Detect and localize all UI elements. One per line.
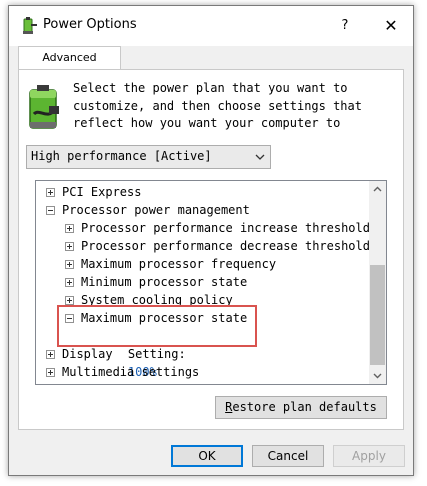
battery-plug-icon: [29, 85, 59, 129]
power-plan-value: High performance [Active]: [31, 149, 212, 163]
scroll-thumb[interactable]: [370, 265, 385, 365]
tab-advanced-settings[interactable]: Advanced settings: [18, 46, 121, 86]
expand-icon[interactable]: [46, 188, 55, 197]
tree-item-pci-express[interactable]: PCI Express: [46, 183, 141, 201]
expand-icon[interactable]: [46, 350, 55, 359]
window-title: Power Options: [43, 17, 137, 32]
title-bar: Power Options ? ✕: [9, 6, 413, 46]
tree-item-label: Display: [62, 347, 113, 361]
restore-label: estore plan defaults: [232, 400, 377, 414]
ok-button[interactable]: OK: [171, 445, 243, 467]
tree-item-min-processor-state[interactable]: Minimum processor state: [65, 273, 247, 291]
tree-item-processor-power-management[interactable]: Processor power management: [46, 201, 250, 219]
power-plan-dropdown[interactable]: High performance [Active]: [26, 145, 271, 169]
tree-item-label: Multimedia settings: [62, 365, 200, 379]
help-button[interactable]: ?: [335, 16, 355, 36]
collapse-icon[interactable]: [65, 314, 74, 323]
scroll-up-icon[interactable]: [369, 181, 386, 198]
tree-item-display[interactable]: Display: [46, 345, 113, 363]
tree-item-label: Maximum processor state: [81, 311, 248, 325]
collapse-icon[interactable]: [46, 206, 55, 215]
intro-line: Select the power plan that you want to: [73, 81, 348, 95]
expand-icon[interactable]: [65, 296, 74, 305]
expand-icon[interactable]: [65, 242, 74, 251]
intro-description: Select the power plan that you want to c…: [73, 80, 373, 133]
expand-icon[interactable]: [46, 368, 55, 377]
tree-scrollbar[interactable]: [369, 181, 386, 384]
power-options-icon: [23, 17, 37, 34]
tree-item-label: System cooling policy: [81, 293, 233, 307]
tree-item-perf-decrease-threshold[interactable]: Processor performance decrease threshold: [65, 237, 370, 255]
tree-item-label: PCI Express: [62, 185, 142, 199]
scroll-down-icon[interactable]: [369, 367, 386, 384]
tree-item-max-processor-frequency[interactable]: Maximum processor frequency: [65, 255, 276, 273]
tree-item-label: Processor power management: [62, 203, 250, 217]
tree-item-multimedia-settings[interactable]: Multimedia settings: [46, 363, 199, 381]
apply-button[interactable]: Apply: [333, 445, 405, 467]
tree-item-perf-increase-threshold[interactable]: Processor performance increase threshold: [65, 219, 370, 237]
tree-item-label: Processor performance increase threshold: [81, 221, 370, 235]
tree-item-label: Minimum processor state: [81, 275, 248, 289]
cancel-button[interactable]: Cancel: [252, 445, 324, 467]
intro-line: customize, and then choose settings that: [73, 98, 362, 113]
restore-plan-defaults-button[interactable]: Restore plan defaults: [215, 396, 387, 419]
tree-item-label: Maximum processor frequency: [81, 257, 277, 271]
settings-tree[interactable]: PCI Express Processor power management P…: [35, 180, 387, 385]
expand-icon[interactable]: [65, 260, 74, 269]
tree-item-max-processor-state[interactable]: Maximum processor state: [65, 309, 247, 327]
tree-item-system-cooling-policy[interactable]: System cooling policy: [65, 291, 233, 309]
setting-label: Setting:: [127, 347, 186, 361]
chevron-down-icon: [255, 154, 265, 160]
expand-icon[interactable]: [65, 224, 74, 233]
expand-icon[interactable]: [65, 278, 74, 287]
setting-row[interactable]: Setting: 100%: [99, 327, 186, 379]
tree-item-label: Processor performance decrease threshold: [81, 239, 370, 253]
intro-line: reflect how you want your computer to: [73, 116, 341, 130]
close-button[interactable]: ✕: [371, 14, 411, 38]
